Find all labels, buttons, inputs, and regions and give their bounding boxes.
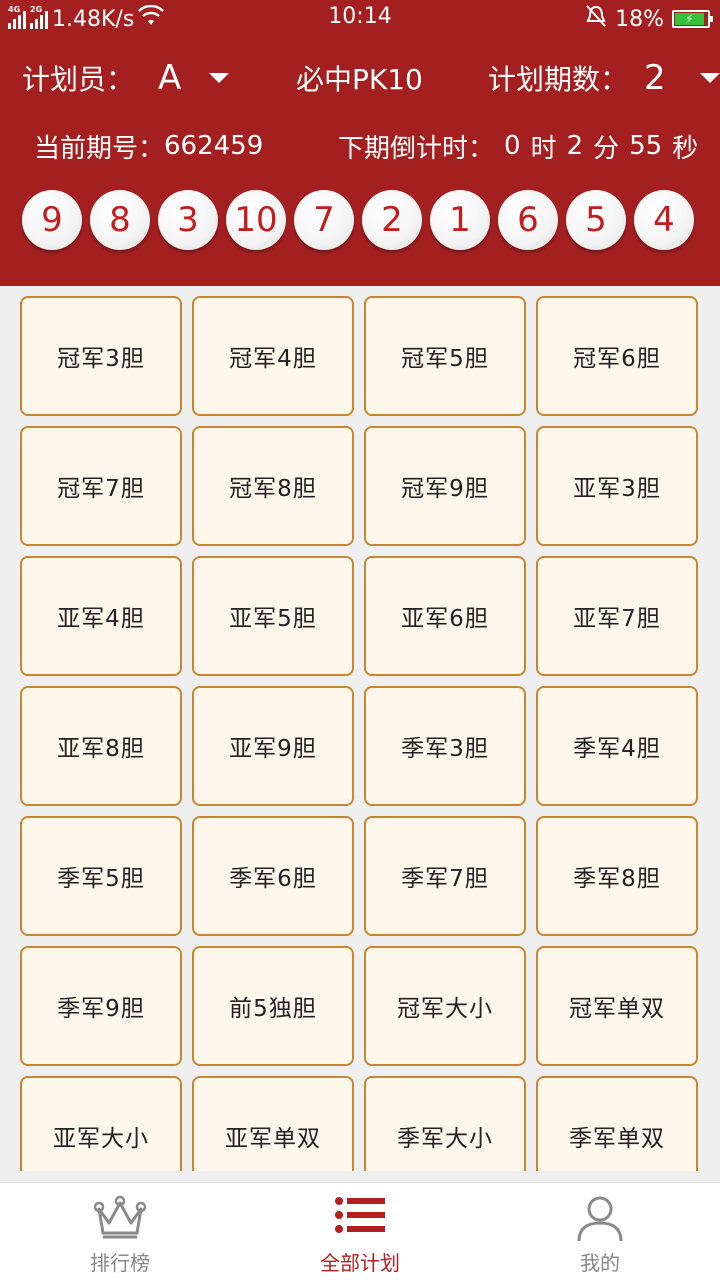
plan-tile[interactable]: 冠军9胆 [364,426,526,546]
plan-tile[interactable]: 季军7胆 [364,816,526,936]
result-ball: 4 [634,190,694,250]
page-title: 必中PK10 [296,63,423,96]
plan-tile[interactable]: 冠军单双 [536,946,698,1066]
countdown: 下期倒计时： 0 时 2 分 55 秒 [338,126,698,166]
countdown-minutes-unit: 分 [593,133,620,164]
chevron-down-icon [699,73,720,83]
tab-all-plans[interactable]: 全部计划 [240,1183,480,1280]
current-issue: 当前期号： 662459 [34,126,263,166]
tab-ranking[interactable]: 排行榜 [0,1183,240,1280]
draw-result-balls: 9 8 3 10 7 2 1 6 5 4 [22,190,702,250]
tab-ranking-label: 排行榜 [90,1251,150,1275]
header-panel: 4G 2G 1.48K/s 10:14 18% ⚡ 计划员： A 必中PK10 … [0,0,720,286]
plan-tile[interactable]: 亚军5胆 [192,556,354,676]
plan-tile[interactable]: 季军5胆 [20,816,182,936]
current-issue-label: 当前期号： [34,133,165,164]
tab-mine[interactable]: 我的 [480,1183,720,1280]
plan-tile[interactable]: 季军3胆 [364,686,526,806]
crown-icon [93,1195,147,1241]
result-ball: 10 [226,190,286,250]
plan-tile[interactable]: 冠军4胆 [192,296,354,416]
plan-tile[interactable]: 亚军9胆 [192,686,354,806]
mute-bell-icon [585,4,607,34]
countdown-hours-unit: 时 [530,133,557,164]
countdown-label: 下期倒计时： [338,133,495,164]
plan-tile[interactable]: 亚军7胆 [536,556,698,676]
result-ball: 7 [294,190,354,250]
countdown-hours: 0 [504,131,521,161]
bottom-nav: 排行榜 全部计划 我的 [0,1182,720,1280]
planner-value: A [158,58,182,98]
countdown-seconds: 55 [629,131,663,161]
plan-tile[interactable]: 季军4胆 [536,686,698,806]
tab-mine-label: 我的 [580,1251,620,1275]
plan-tile[interactable]: 冠军6胆 [536,296,698,416]
plan-tile[interactable]: 亚军3胆 [536,426,698,546]
plan-tile[interactable]: 亚军8胆 [20,686,182,806]
plan-tile[interactable]: 季军单双 [536,1076,698,1171]
plan-tile[interactable]: 亚军单双 [192,1076,354,1171]
plan-tile[interactable]: 季军6胆 [192,816,354,936]
periods-selector[interactable]: 计划期数： 2 [488,52,720,104]
user-icon [573,1195,627,1241]
periods-value: 2 [644,58,666,98]
plan-tile[interactable]: 季军大小 [364,1076,526,1171]
plan-tile[interactable]: 冠军7胆 [20,426,182,546]
plan-tile[interactable]: 亚军4胆 [20,556,182,676]
planner-selector[interactable]: 计划员： A [22,52,230,104]
result-ball: 1 [430,190,490,250]
result-ball: 3 [158,190,218,250]
plan-tile[interactable]: 亚军大小 [20,1076,182,1171]
countdown-seconds-unit: 秒 [672,133,699,164]
countdown-minutes: 2 [566,131,584,161]
result-ball: 2 [362,190,422,250]
status-bar: 4G 2G 1.48K/s 10:14 18% ⚡ [0,0,720,38]
battery-icon: ⚡ [672,10,713,28]
planner-label: 计划员： [22,63,135,96]
tab-all-plans-label: 全部计划 [320,1251,400,1275]
chevron-down-icon [209,73,230,83]
plan-tile[interactable]: 冠军大小 [364,946,526,1066]
plan-tile[interactable]: 前5独胆 [192,946,354,1066]
plan-tile[interactable]: 亚军6胆 [364,556,526,676]
battery-percent: 18% [615,6,664,32]
current-issue-value: 662459 [164,131,264,161]
result-ball: 8 [90,190,150,250]
result-ball: 9 [22,190,82,250]
periods-label: 计划期数： [488,63,629,96]
plan-tile[interactable]: 冠军3胆 [20,296,182,416]
plan-tile[interactable]: 冠军5胆 [364,296,526,416]
plan-tile[interactable]: 季军9胆 [20,946,182,1066]
list-icon [333,1195,387,1241]
plan-tile[interactable]: 冠军8胆 [192,426,354,546]
result-ball: 5 [566,190,626,250]
plan-grid: 冠军3胆 冠军4胆 冠军5胆 冠军6胆 冠军7胆 冠军8胆 冠军9胆 亚军3胆 … [0,286,720,1171]
plan-tile[interactable]: 季军8胆 [536,816,698,936]
result-ball: 6 [498,190,558,250]
